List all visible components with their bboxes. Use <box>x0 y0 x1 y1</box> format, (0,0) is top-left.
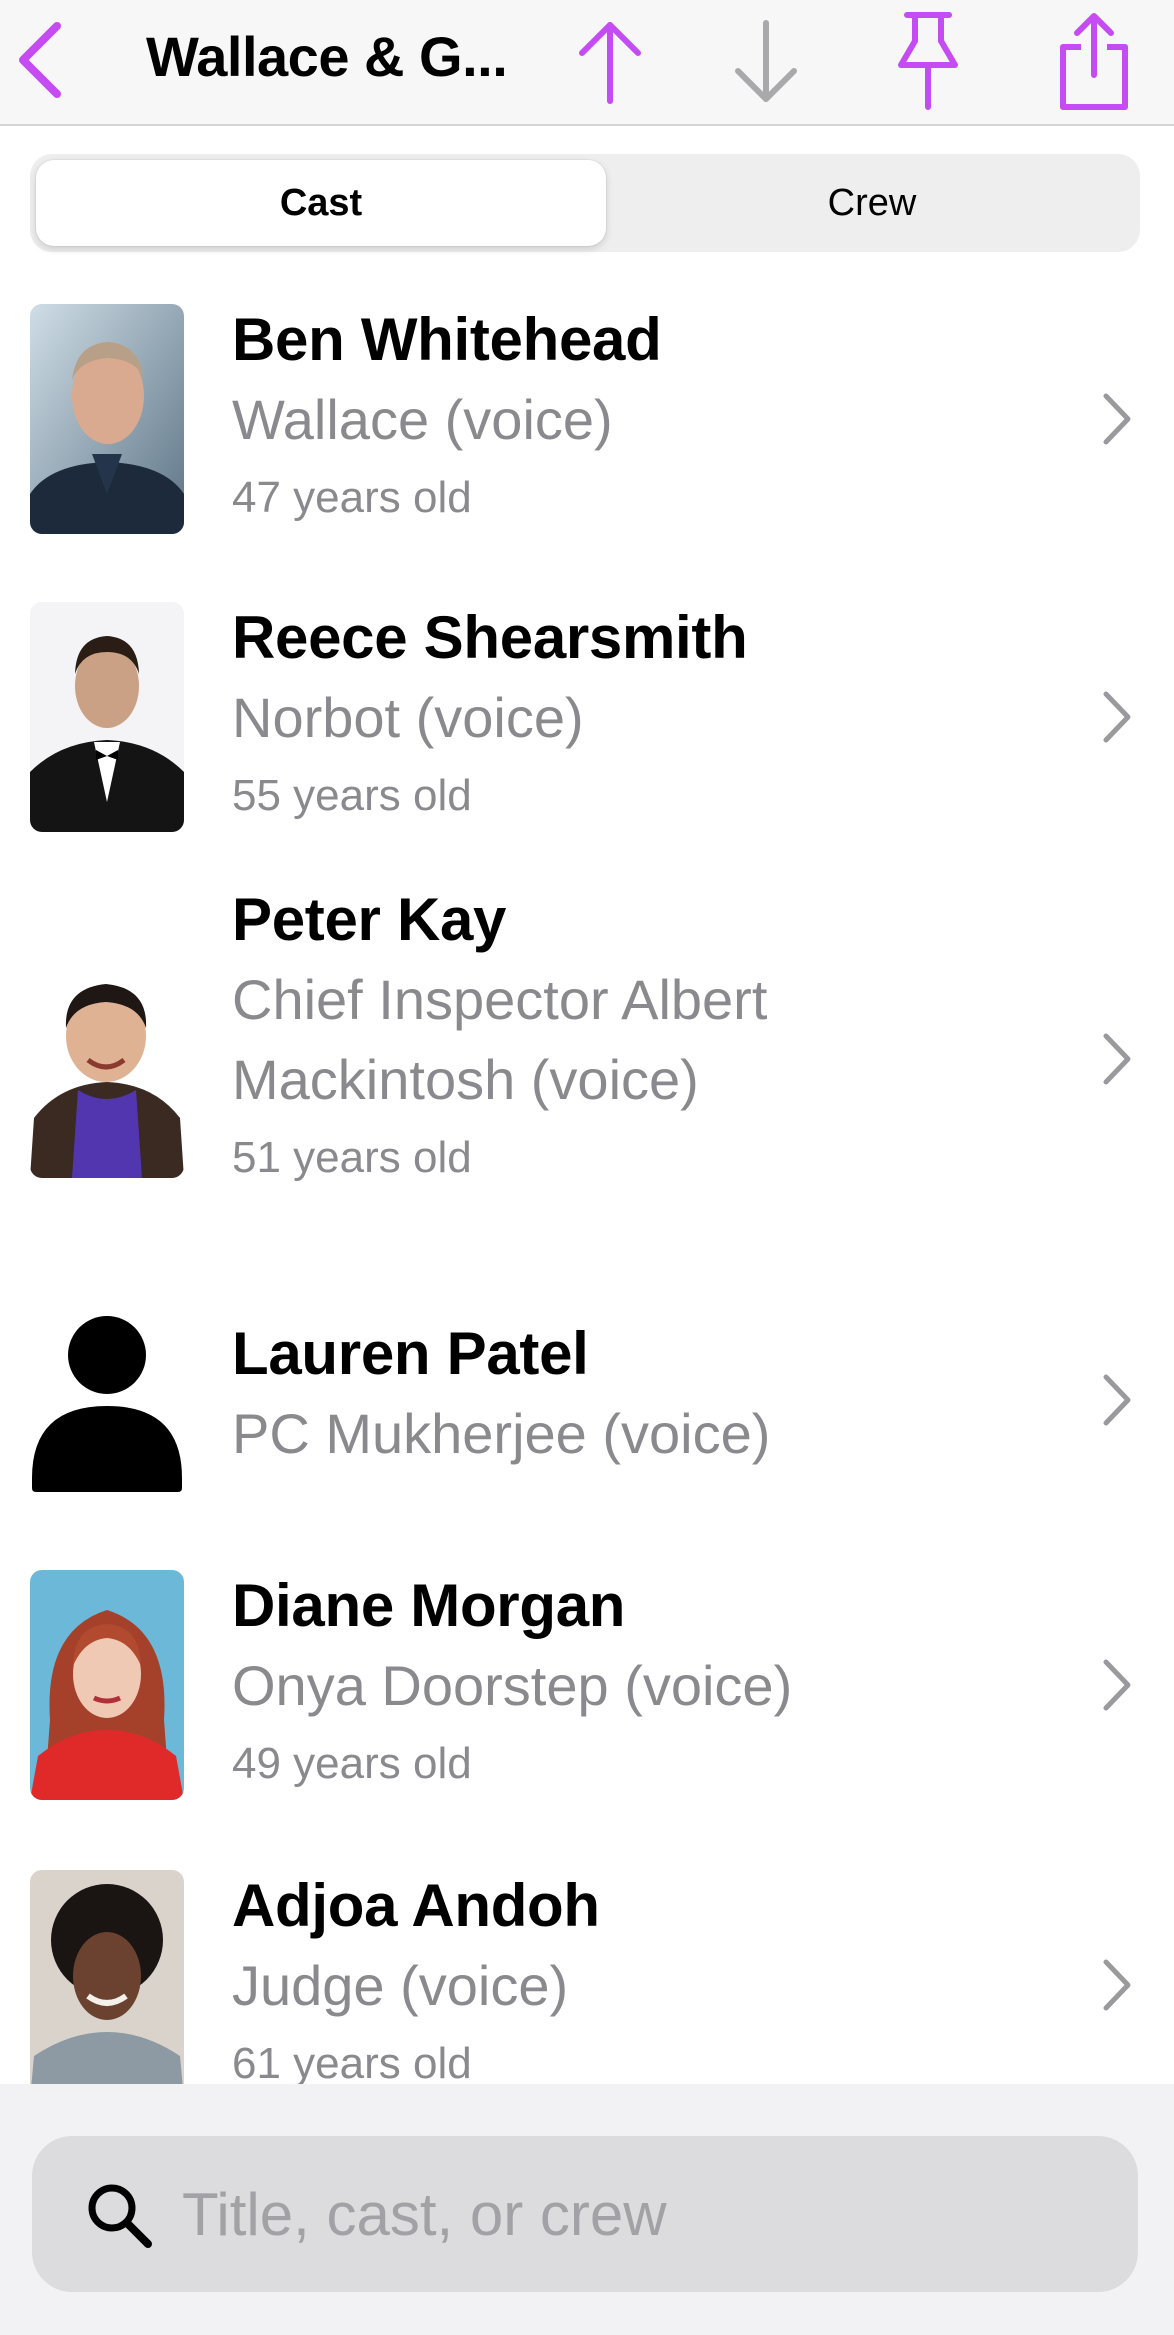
actor-photo <box>30 304 184 534</box>
chevron-right-icon <box>1100 690 1134 744</box>
character-role-line-2: Mackintosh (voice) <box>232 1048 699 1111</box>
navigation-bar: Wallace & G... <box>0 0 1174 126</box>
chevron-right-icon <box>1100 1958 1134 2012</box>
actor-name: Adjoa Andoh <box>232 1872 600 1939</box>
actor-name: Reece Shearsmith <box>232 604 748 671</box>
cast-row-text: Reece Shearsmith Norbot (voice) 55 years… <box>232 598 1092 834</box>
cast-row[interactable]: Peter Kay Chief Inspector Albert Mackint… <box>0 872 1174 1254</box>
actor-photo <box>30 602 184 832</box>
cast-row-text: Ben Whitehead Wallace (voice) 47 years o… <box>232 300 1092 536</box>
cast-row[interactable]: Diane Morgan Onya Doorstep (voice) 49 ye… <box>0 1546 1174 1846</box>
actor-name: Ben Whitehead <box>232 306 662 373</box>
actor-photo <box>30 1570 184 1800</box>
cast-row[interactable]: Reece Shearsmith Norbot (voice) 55 years… <box>0 572 1174 872</box>
cast-row[interactable]: Adjoa Andoh Judge (voice) 61 years old <box>0 1846 1174 2084</box>
cast-list: Ben Whitehead Wallace (voice) 47 years o… <box>0 280 1174 2084</box>
actor-photo <box>30 948 184 1178</box>
chevron-right-icon <box>1100 1032 1134 1086</box>
previous-item-button[interactable] <box>566 6 654 118</box>
page-title: Wallace & G... <box>146 25 508 88</box>
app-window: Wallace & G... Cast Crew Ben Whitehead W… <box>0 0 1174 2335</box>
share-button[interactable] <box>1046 4 1142 118</box>
cast-row[interactable]: Lauren Patel PC Mukherjee (voice) <box>0 1254 1174 1546</box>
character-role: Wallace (voice) <box>232 388 613 451</box>
actor-age: 47 years old <box>232 473 472 522</box>
cast-crew-segmented-control: Cast Crew <box>30 154 1140 252</box>
character-role-line-1: Chief Inspector Albert <box>232 968 768 1031</box>
character-role: Norbot (voice) <box>232 686 584 749</box>
actor-photo <box>30 1870 184 2084</box>
actor-name: Diane Morgan <box>232 1572 626 1639</box>
actor-age: 61 years old <box>232 2039 472 2084</box>
cast-row-text: Peter Kay Chief Inspector Albert Mackint… <box>232 880 1092 1196</box>
character-role: Onya Doorstep (voice) <box>232 1654 793 1717</box>
chevron-left-icon <box>19 22 61 98</box>
cast-row-text: Lauren Patel PC Mukherjee (voice) <box>232 1314 1092 1474</box>
character-role: Judge (voice) <box>232 1954 569 2017</box>
actor-age: 55 years old <box>232 771 472 820</box>
next-item-button[interactable] <box>722 6 810 118</box>
actor-age: 49 years old <box>232 1739 472 1788</box>
chevron-right-icon <box>1100 392 1134 446</box>
search-field[interactable] <box>32 2136 1138 2292</box>
character-role: PC Mukherjee (voice) <box>232 1402 771 1465</box>
cast-row[interactable]: Ben Whitehead Wallace (voice) 47 years o… <box>0 280 1174 572</box>
person-placeholder-icon <box>30 1278 184 1508</box>
actor-name: Lauren Patel <box>232 1320 589 1387</box>
cast-row-text: Adjoa Andoh Judge (voice) 61 years old <box>232 1866 1092 2084</box>
pin-button[interactable] <box>880 4 976 118</box>
chevron-right-icon <box>1100 1373 1134 1427</box>
cast-row-text: Diane Morgan Onya Doorstep (voice) 49 ye… <box>232 1566 1092 1802</box>
back-button[interactable] <box>4 10 74 110</box>
bottom-search-bar <box>0 2084 1174 2335</box>
share-icon <box>1060 13 1128 110</box>
arrow-down-icon <box>735 20 797 102</box>
magnifying-glass-icon <box>84 2180 154 2250</box>
chevron-right-icon <box>1100 1658 1134 1712</box>
segment-crew[interactable]: Crew <box>610 160 1134 246</box>
actor-age: 51 years old <box>232 1133 472 1182</box>
segment-cast[interactable]: Cast <box>36 160 606 246</box>
arrow-up-icon <box>579 22 641 104</box>
search-input[interactable] <box>182 2166 1102 2262</box>
actor-name: Peter Kay <box>232 886 507 953</box>
pin-icon <box>898 12 958 110</box>
